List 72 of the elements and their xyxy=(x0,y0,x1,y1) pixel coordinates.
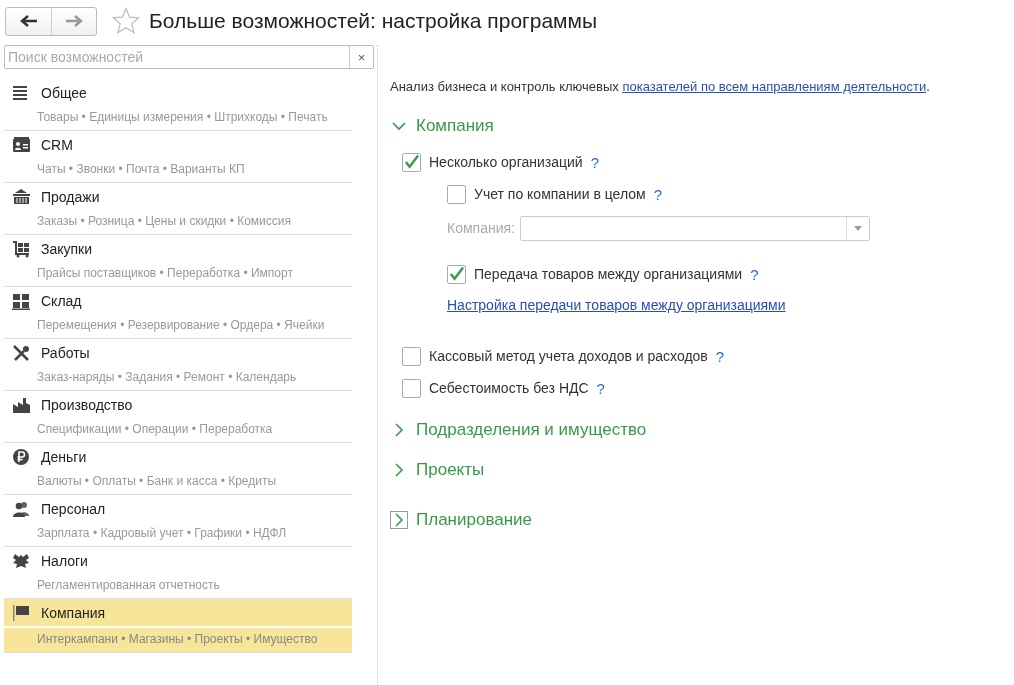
sidebar-item-subtitle: Заказы • Розница • Цены и скидки • Комиссия xyxy=(36,213,292,230)
sidebar-item-subtitle: Зарплата • Кадровый учет • Графики • НДФЛ xyxy=(36,525,288,542)
grid-icon xyxy=(12,291,30,310)
sidebar-item-title: Компания xyxy=(41,604,106,621)
help-link[interactable]: ? xyxy=(715,347,725,365)
sidebar-item[interactable]: Деньги xyxy=(4,443,352,470)
sidebar-item[interactable]: Производство xyxy=(4,391,352,418)
sidebar-item[interactable]: Компания xyxy=(4,599,352,626)
sidebar-item-subtitle: Перемещения • Резервирование • Ордера • Ячейки xyxy=(36,317,326,334)
ruble-coin-icon xyxy=(12,447,30,466)
clear-button[interactable]: × xyxy=(349,46,373,68)
tools-icon xyxy=(12,343,30,362)
sidebar-item-title: Продажи xyxy=(41,188,100,205)
sidebar-item[interactable]: Персонал xyxy=(4,495,352,522)
section-header[interactable]: Подразделения и имущество xyxy=(416,420,647,440)
section-header[interactable]: Проекты xyxy=(416,460,485,480)
sidebar-item-title: Деньги xyxy=(41,448,87,465)
field-label: Компания: xyxy=(447,220,515,236)
factory-icon xyxy=(12,395,30,414)
sidebar-item-title: Производство xyxy=(41,396,133,413)
list-icon xyxy=(12,83,30,102)
sidebar-item-title: Работы xyxy=(41,344,90,361)
sidebar-item-subtitle: Интеркампани • Магазины • Проекты • Имущество xyxy=(4,626,352,652)
sidebar-item-subtitle: Спецификации • Операции • Переработка xyxy=(36,421,274,438)
sidebar-item-title: CRM xyxy=(41,136,73,153)
intro-text: Анализ бизнеса и контроль ключевых показателей по всем направлениям деятельности. xyxy=(390,79,931,94)
dropdown-arrow-icon xyxy=(853,225,862,231)
sidebar-item-subtitle: Заказ-наряды • Задания • Ремонт • Календарь xyxy=(36,369,298,386)
left-arrow-icon xyxy=(19,15,38,27)
checkbox[interactable] xyxy=(402,346,421,366)
star-icon[interactable] xyxy=(111,7,141,35)
people-icon xyxy=(12,499,30,518)
checkbox-label: Себестоимость без НДС xyxy=(429,380,589,396)
company-dropdown-field[interactable] xyxy=(519,215,870,241)
sidebar-item-title: Закупки xyxy=(41,240,93,257)
sidebar-item[interactable]: Склад xyxy=(4,287,352,314)
sidebar-item-title: Склад xyxy=(41,292,82,309)
checkbox-label: Учет по компании в целом xyxy=(474,186,646,202)
sidebar-item-title: Персонал xyxy=(41,500,106,517)
section-header[interactable]: Компания xyxy=(416,116,494,136)
sidebar-item-subtitle: Чаты • Звонки • Почта • Варианты КП xyxy=(36,161,246,178)
sidebar-item-title: Общее xyxy=(41,84,87,101)
help-link[interactable]: ? xyxy=(596,379,605,397)
flag-icon xyxy=(12,603,30,622)
search-field[interactable]: Поиск возможностей × xyxy=(4,45,374,69)
contact-card-icon xyxy=(12,135,30,154)
settings-link[interactable]: Настройка передачи товаров между организациями xyxy=(447,297,786,313)
help-link[interactable]: ? xyxy=(590,153,599,171)
sidebar-item-subtitle: Товары • Единицы измерения • Штрихкоды • Печать xyxy=(36,109,329,126)
section-header[interactable]: Планирование xyxy=(416,510,533,530)
checkbox[interactable] xyxy=(447,184,466,204)
sidebar-item-subtitle: Прайсы поставщиков • Переработка • Импорт xyxy=(36,265,294,282)
checkbox-label: Несколько организаций xyxy=(429,154,583,170)
sidebar-item[interactable]: Налоги xyxy=(4,547,352,574)
checkbox[interactable] xyxy=(402,378,421,398)
right-arrow-icon xyxy=(65,15,83,27)
sidebar-item[interactable]: Закупки xyxy=(4,235,352,262)
checkbox[interactable] xyxy=(402,152,421,172)
sidebar-item[interactable]: Работы xyxy=(4,339,352,366)
sidebar-item-subtitle: Регламентированная отчетность xyxy=(36,577,221,594)
cart-icon xyxy=(12,239,30,258)
sidebar-item[interactable]: Продажи xyxy=(4,183,352,210)
checkbox-label: Передача товаров между организациями xyxy=(474,266,743,282)
checkbox-label: Кассовый метод учета доходов и расходов xyxy=(429,348,708,364)
sidebar-item-subtitle: Валюты • Оплаты • Банк и касса • Кредиты xyxy=(36,473,278,490)
sidebar-item[interactable]: Общее xyxy=(4,79,352,106)
window-title: Больше возможностей: настройка программы xyxy=(149,9,598,33)
sidebar-item[interactable]: CRM xyxy=(4,131,352,158)
help-link[interactable]: ? xyxy=(750,265,759,283)
help-link[interactable]: ? xyxy=(653,185,662,203)
sidebar-item-title: Налоги xyxy=(41,552,88,569)
checkbox[interactable] xyxy=(447,264,466,284)
